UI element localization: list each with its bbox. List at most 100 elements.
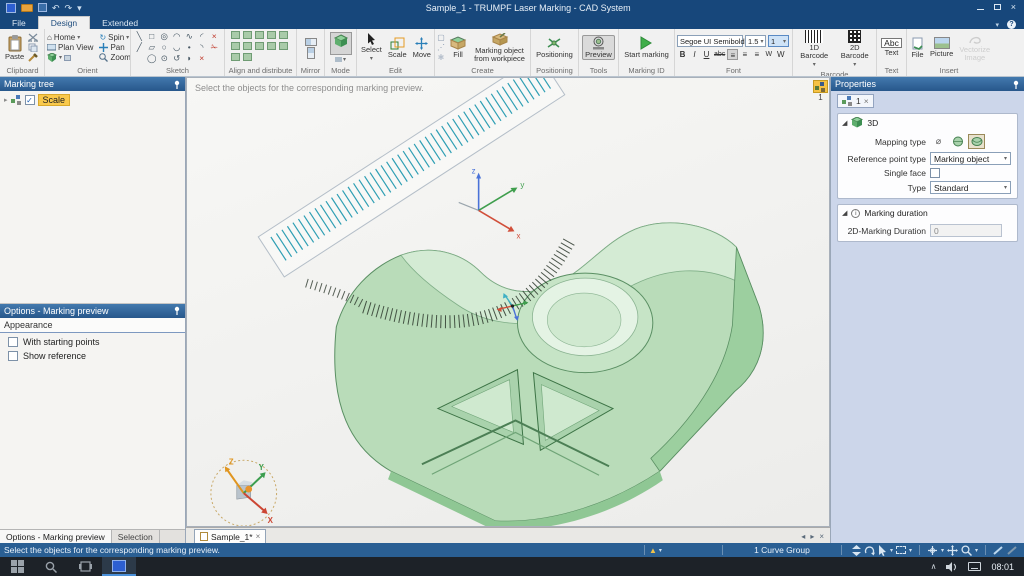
align-tool-icon[interactable] bbox=[243, 42, 252, 50]
sketch-tool-icon[interactable]: ◡ bbox=[171, 42, 184, 53]
task-view-button[interactable] bbox=[68, 557, 102, 576]
tab-file[interactable]: File bbox=[0, 16, 38, 29]
move-button[interactable]: Move bbox=[411, 37, 433, 59]
view-cube-button[interactable]: ▾ bbox=[47, 53, 93, 62]
scroll-tabs-left-icon[interactable]: ◂ bbox=[801, 532, 805, 541]
sketch-tool-icon[interactable]: ◠ bbox=[171, 31, 184, 42]
volume-icon[interactable] bbox=[946, 562, 958, 572]
width-narrow-button[interactable]: W bbox=[763, 49, 774, 60]
font-spacing-select[interactable]: 1▾ bbox=[768, 35, 789, 47]
warning-dropdown[interactable]: ▲▾ bbox=[649, 546, 662, 555]
settings-icon[interactable]: ✱ bbox=[437, 53, 445, 62]
align-tool-icon[interactable] bbox=[279, 42, 288, 50]
sketch-tool-icon[interactable]: × bbox=[208, 31, 221, 42]
contour-icon[interactable]: ▢ bbox=[437, 33, 445, 42]
preview-button[interactable]: Preview bbox=[582, 35, 615, 60]
sketch-tool-icon[interactable]: ○ bbox=[158, 42, 171, 53]
marking-object-from-workpiece-button[interactable]: Marking object from workpiece bbox=[471, 33, 528, 63]
show-reference-option[interactable]: Show reference bbox=[0, 347, 185, 361]
sketch-tool-icon[interactable]: • bbox=[183, 42, 196, 53]
document-tab-sample1[interactable]: Sample_1* × bbox=[194, 529, 266, 543]
zoom-view-icon[interactable] bbox=[961, 545, 972, 556]
mode-dropdown[interactable]: ▾ bbox=[335, 56, 346, 63]
pin-icon[interactable] bbox=[173, 80, 181, 89]
bold-button[interactable]: B bbox=[677, 49, 688, 60]
fill-button[interactable]: Fill bbox=[447, 36, 469, 59]
orbit-icon[interactable] bbox=[864, 545, 875, 556]
sketch-tool-icon[interactable]: × bbox=[196, 53, 209, 64]
sketch-tool-icon[interactable]: ◯ bbox=[146, 53, 159, 64]
pan-button[interactable]: Pan bbox=[99, 43, 131, 52]
align-right-icon[interactable]: ≡ bbox=[751, 49, 762, 60]
collapse-icon[interactable]: ◢ bbox=[842, 209, 847, 217]
font-family-select[interactable]: Segoe UI Semibold▾ bbox=[677, 35, 743, 47]
home-button[interactable]: ⌂Home▾ bbox=[47, 33, 93, 42]
undo-icon[interactable]: ↶ bbox=[52, 3, 60, 13]
select-cursor-icon[interactable] bbox=[878, 545, 887, 556]
start-button[interactable] bbox=[0, 557, 34, 576]
sketch-tool-icon[interactable]: ↺ bbox=[171, 53, 184, 64]
text-button[interactable]: Abc Text bbox=[879, 38, 904, 57]
reference-point-select[interactable]: Marking object▾ bbox=[930, 152, 1011, 165]
italic-button[interactable]: I bbox=[689, 49, 700, 60]
tab-extended[interactable]: Extended bbox=[90, 16, 150, 29]
mirror-horizontal-icon[interactable] bbox=[307, 47, 315, 59]
save-icon[interactable] bbox=[38, 3, 47, 12]
format-painter-icon[interactable] bbox=[28, 53, 38, 62]
sketch-tool-icon[interactable]: ▱ bbox=[146, 42, 159, 53]
insert-picture-button[interactable]: Picture bbox=[928, 37, 955, 58]
sketch-tool-icon[interactable]: ◗ bbox=[183, 53, 196, 64]
touch-keyboard-icon[interactable] bbox=[968, 562, 981, 571]
align-tool-icon[interactable] bbox=[279, 31, 288, 39]
select-button[interactable]: Select▾ bbox=[359, 32, 384, 63]
scroll-updown-icon[interactable] bbox=[852, 545, 861, 556]
viewport-3d[interactable]: Select the objects for the corresponding… bbox=[186, 77, 830, 527]
help-icon[interactable]: ? bbox=[1007, 20, 1016, 29]
align-tool-icon[interactable] bbox=[243, 31, 252, 39]
marquee-select-icon[interactable] bbox=[896, 546, 906, 554]
align-tool-icon[interactable] bbox=[255, 42, 264, 50]
align-tool-icon[interactable] bbox=[231, 42, 240, 50]
customize-toolbar-icon[interactable]: ▾ bbox=[77, 3, 82, 13]
barcode-1d-button[interactable]: 1D Barcode▾ bbox=[795, 30, 834, 69]
align-tool-icon[interactable] bbox=[243, 53, 252, 61]
taskbar-clock[interactable]: 08:01 bbox=[991, 562, 1014, 572]
rotate-view-icon[interactable] bbox=[927, 545, 938, 556]
collapse-icon[interactable]: ◢ bbox=[842, 119, 847, 127]
tab-selection[interactable]: Selection bbox=[112, 530, 160, 543]
expander-icon[interactable]: ▸ bbox=[4, 96, 8, 104]
align-tool-icon[interactable] bbox=[255, 31, 264, 39]
mapping-none-button[interactable]: ⌀ bbox=[930, 134, 947, 149]
align-tool-icon[interactable] bbox=[231, 53, 240, 61]
mapping-wrap-button[interactable] bbox=[968, 134, 985, 149]
mapping-projection-button[interactable] bbox=[949, 134, 966, 149]
minimize-ribbon-icon[interactable]: ▾ bbox=[995, 21, 999, 29]
align-tool-icon[interactable] bbox=[267, 31, 276, 39]
tray-expand-icon[interactable]: ∧ bbox=[931, 562, 937, 571]
tab-options-marking-preview[interactable]: Options - Marking preview bbox=[0, 530, 112, 543]
zoom-button[interactable]: Zoom▾ bbox=[99, 53, 131, 62]
font-size-select[interactable]: 1.5▾ bbox=[745, 35, 766, 47]
cut-icon[interactable] bbox=[28, 33, 38, 42]
insert-file-button[interactable]: File bbox=[909, 37, 926, 59]
close-tab-icon[interactable]: × bbox=[819, 532, 824, 541]
mode-3d-button[interactable] bbox=[330, 32, 352, 55]
duration-input[interactable] bbox=[930, 224, 1002, 237]
sketch-tool-icon[interactable]: ⊙ bbox=[158, 53, 171, 64]
strikethrough-button[interactable]: abc bbox=[713, 49, 726, 60]
sketch-tool-icon[interactable]: ✁ bbox=[208, 42, 221, 53]
show-reference-checkbox[interactable] bbox=[8, 351, 18, 361]
align-center-icon[interactable]: ≡ bbox=[739, 49, 750, 60]
sketch-tool-icon[interactable]: ╲ bbox=[133, 31, 146, 42]
restore-button[interactable] bbox=[994, 3, 1001, 12]
positioning-button[interactable]: Positioning bbox=[534, 36, 575, 59]
type-select[interactable]: Standard▾ bbox=[930, 181, 1011, 194]
taskbar-search-button[interactable] bbox=[34, 557, 68, 576]
sketch-tool-icon[interactable]: □ bbox=[146, 31, 159, 42]
sketch-tool-icon[interactable]: ◎ bbox=[158, 31, 171, 42]
scale-checkbox[interactable]: ✓ bbox=[25, 95, 35, 105]
copy-icon[interactable] bbox=[28, 43, 38, 52]
properties-object-tab[interactable]: 1 × bbox=[837, 94, 874, 108]
with-starting-points-option[interactable]: With starting points bbox=[0, 333, 185, 347]
marking-count-chip[interactable]: 1 bbox=[813, 80, 828, 102]
